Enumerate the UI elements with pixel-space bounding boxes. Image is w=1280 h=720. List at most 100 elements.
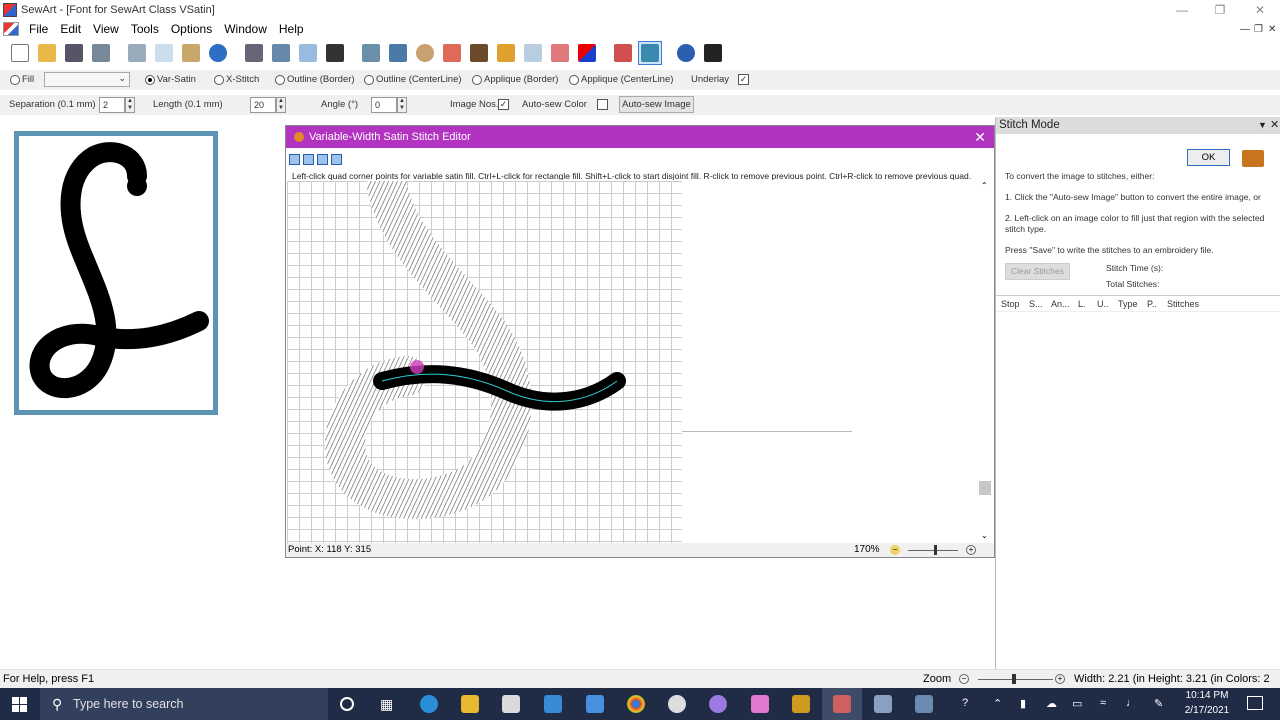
copy-icon[interactable] [152,41,176,65]
brush-icon[interactable] [494,41,518,65]
editor-help-icon[interactable] [331,154,342,165]
menu-file[interactable]: File [23,22,54,36]
dropbox-icon[interactable] [544,695,562,713]
sew-icon[interactable] [638,41,662,65]
editor-title-bar[interactable]: Variable-Width Satin Stitch Editor ✕ [286,126,994,148]
file-explorer-icon[interactable] [461,695,479,713]
close-button[interactable]: ✕ [1240,0,1280,20]
fill-pattern-dropdown[interactable]: ⌄ [44,72,130,87]
open-icon[interactable] [35,41,59,65]
auto-sew-color-checkbox[interactable] [597,99,608,110]
status-zoom-out-icon[interactable]: − [959,674,969,684]
image-nos-checkbox[interactable]: ✓ [498,99,509,110]
cut-icon[interactable] [125,41,149,65]
fill-icon[interactable] [521,41,545,65]
mdi-close-button[interactable]: ✕ [1268,24,1276,35]
pen-icon[interactable]: ✎ [1154,697,1163,710]
whats-this-icon[interactable] [701,41,725,65]
auto-sew-image-button[interactable]: Auto-sew Image [619,96,694,113]
store-icon[interactable] [502,695,520,713]
zoom-out-icon[interactable]: − [890,545,900,555]
crop-icon[interactable] [323,41,347,65]
resize-icon[interactable] [296,41,320,65]
magic-wand-icon[interactable] [359,41,383,65]
editor-zoom-slider[interactable] [934,545,937,555]
editor-zoom-track[interactable] [908,550,958,551]
angle-input[interactable]: 0 [371,97,397,113]
tray-date[interactable]: 2/17/2021 [1183,705,1231,716]
menu-options[interactable]: Options [165,22,218,36]
angle-spinner[interactable]: ▲ ▼ [397,97,407,113]
outline-border-radio[interactable]: Outline (Border) [275,74,355,85]
storage-icon[interactable]: ▭ [1072,697,1082,710]
paint-icon[interactable] [709,695,727,713]
merge-icon[interactable] [386,41,410,65]
var-satin-radio[interactable]: Var-Satin [145,74,196,85]
mdi-minimize-button[interactable]: — [1240,24,1250,35]
embroidery-app-icon[interactable] [792,695,810,713]
stitch-icon[interactable] [611,41,635,65]
underlay-checkbox[interactable]: ✓ [738,74,749,85]
panel-close-icon[interactable]: ✕ [1270,117,1279,134]
menu-edit[interactable]: Edit [54,22,87,36]
x-stitch-radio[interactable]: X-Stitch [214,74,259,85]
new-icon[interactable] [8,41,32,65]
applique-centerline-radio[interactable]: Applique (CenterLine) [569,74,673,85]
monitor-app-icon[interactable] [874,695,892,713]
source-image-thumbnail[interactable] [14,131,218,415]
clock-app-icon[interactable] [668,695,686,713]
length-spinner[interactable]: ▲ ▼ [276,97,286,113]
col-type[interactable]: Type [1118,299,1138,309]
editor-preview-icon[interactable] [317,154,328,165]
help-tray-icon[interactable]: ? [962,697,968,709]
length-input[interactable]: 20 [250,97,276,113]
wifi-icon[interactable]: ≈ [1100,697,1106,709]
edge-icon[interactable] [420,695,438,713]
tray-time[interactable]: 10:14 PM [1183,690,1231,701]
col-stop[interactable]: Stop [1001,299,1020,309]
menu-window[interactable]: Window [218,22,273,36]
outline-centerline-radio-circle[interactable] [364,74,374,85]
pencil-icon[interactable] [467,41,491,65]
lines-icon[interactable] [440,41,464,65]
editor-refresh-icon[interactable] [303,154,314,165]
tray-chevron-icon[interactable]: ⌃ [993,697,1002,710]
col-stitches[interactable]: Stitches [1167,299,1199,309]
fill-radio-circle[interactable] [10,74,20,85]
separation-input[interactable]: 2 [99,97,125,113]
separation-spinner[interactable]: ▲ ▼ [125,97,135,113]
screen-app-icon[interactable] [915,695,933,713]
stitch-editor-canvas[interactable] [287,166,682,543]
flower-app-icon[interactable] [751,695,769,713]
minimize-button[interactable]: — [1162,0,1202,20]
x-stitch-radio-circle[interactable] [214,74,224,85]
var-satin-radio-circle[interactable] [145,74,155,85]
taskbar-search-box[interactable]: Type here to search [40,688,328,720]
applique-centerline-radio-circle[interactable] [569,74,579,85]
col-p[interactable]: P.. [1147,299,1157,309]
col-s[interactable]: S... [1029,299,1043,309]
save-as-icon[interactable] [89,41,113,65]
sewart-taskbar-icon[interactable] [833,695,851,713]
app-icon[interactable] [586,695,604,713]
document-icon[interactable] [3,22,19,36]
cloud-icon[interactable]: ☁ [1046,697,1057,710]
scroll-up-icon[interactable]: ⌃ [981,181,988,190]
applique-border-radio[interactable]: Applique (Border) [472,74,558,85]
col-l[interactable]: L. [1078,299,1086,309]
cortana-icon[interactable] [340,697,354,711]
editor-vertical-scrollbar[interactable]: ⌃ ⌄ [979,179,993,543]
maximize-button[interactable]: ❐ [1200,0,1240,20]
editor-close-icon[interactable]: ✕ [974,129,986,146]
chrome-icon[interactable] [627,695,645,713]
volume-icon[interactable]: ♩ [1126,697,1137,709]
editor-save-icon[interactable] [289,154,300,165]
windows-start-icon[interactable] [12,697,27,712]
zoom-in-icon[interactable]: + [966,545,976,555]
flip-icon[interactable] [242,41,266,65]
undo-icon[interactable] [206,41,230,65]
scroll-down-icon[interactable]: ⌄ [981,531,988,540]
color-reduce-icon[interactable] [413,41,437,65]
col-an[interactable]: An... [1051,299,1070,309]
help-icon[interactable] [674,41,698,65]
